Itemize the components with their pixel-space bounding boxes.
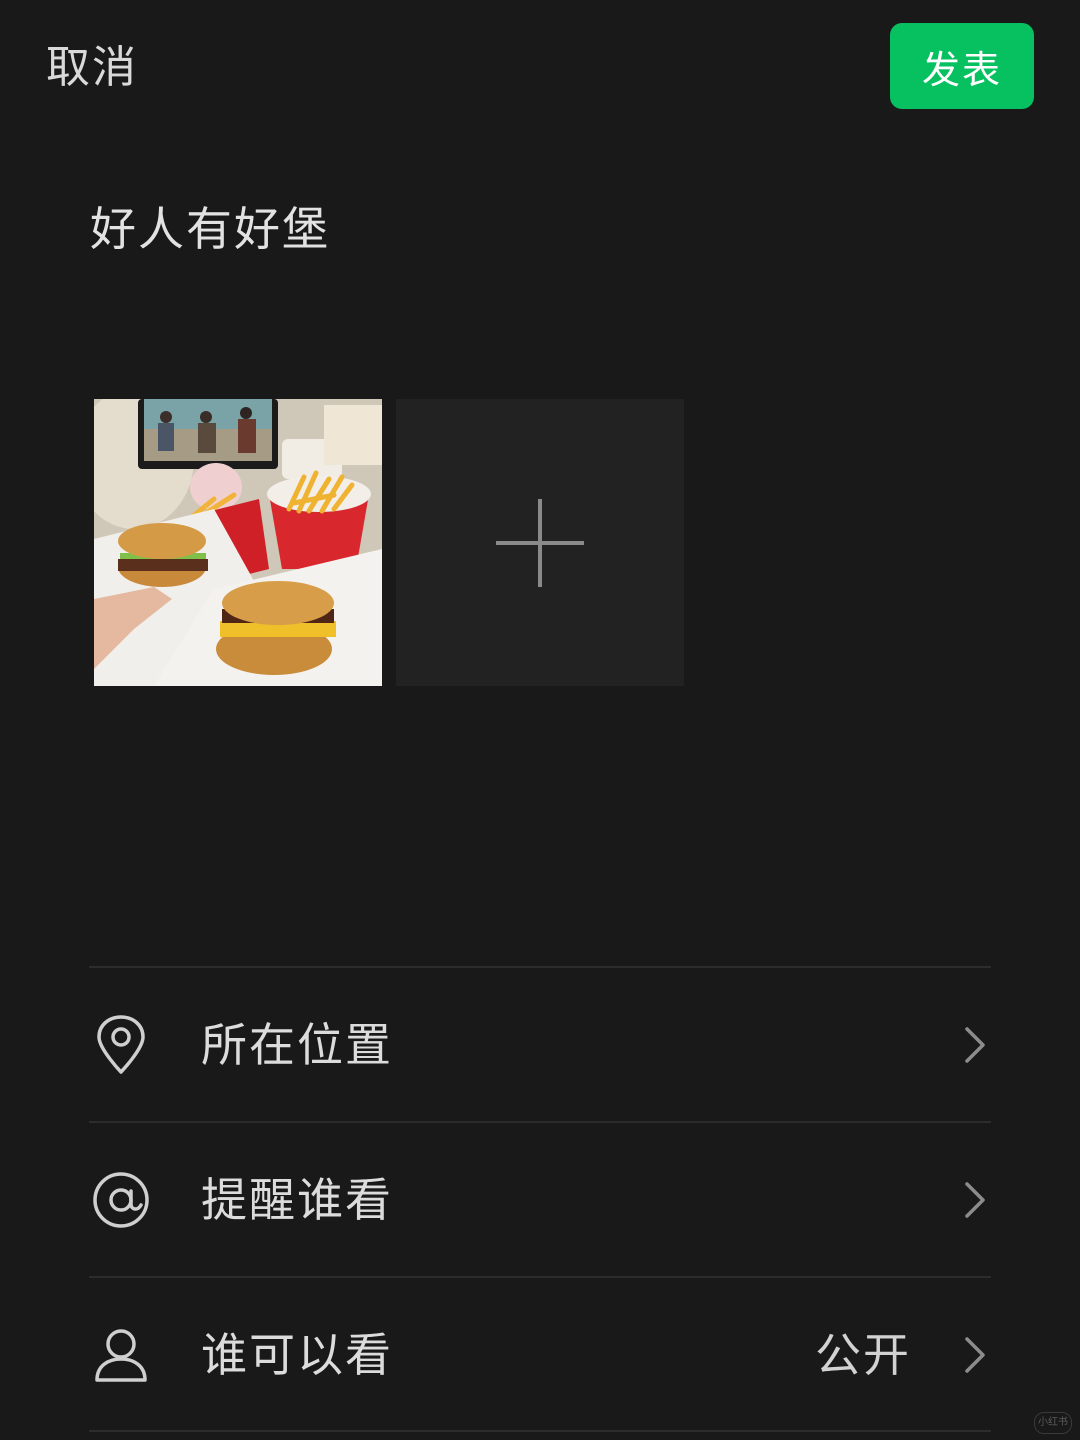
visibility-value: 公开 xyxy=(815,1328,911,1382)
cancel-button[interactable]: 取消 xyxy=(46,38,138,98)
visibility-row[interactable]: 谁可以看 公开 xyxy=(89,1278,991,1432)
chevron-right-icon xyxy=(965,1027,985,1063)
burger-photo-image xyxy=(94,399,382,686)
chevron-right-icon xyxy=(965,1337,985,1373)
location-row[interactable]: 所在位置 xyxy=(89,968,991,1122)
at-sign-icon xyxy=(89,1168,153,1232)
chevron-right-icon xyxy=(965,1182,985,1218)
visibility-label: 谁可以看 xyxy=(201,1328,393,1382)
moments-compose-screen: 取消 发表 好人有好堡 所在位置 提醒谁看 谁可以看 公开 小红书 xyxy=(0,0,1080,1440)
location-label: 所在位置 xyxy=(201,1018,393,1072)
person-icon xyxy=(89,1323,153,1387)
mention-row[interactable]: 提醒谁看 xyxy=(89,1123,991,1277)
watermark: 小红书 xyxy=(1034,1412,1072,1434)
add-photo-tile[interactable] xyxy=(396,399,684,686)
post-text-input[interactable]: 好人有好堡 xyxy=(90,198,330,260)
divider xyxy=(89,1430,991,1432)
publish-button[interactable]: 发表 xyxy=(890,23,1034,109)
mention-label: 提醒谁看 xyxy=(201,1173,393,1227)
plus-icon xyxy=(496,498,584,587)
location-pin-icon xyxy=(89,1013,153,1077)
attached-photo[interactable] xyxy=(94,399,382,686)
